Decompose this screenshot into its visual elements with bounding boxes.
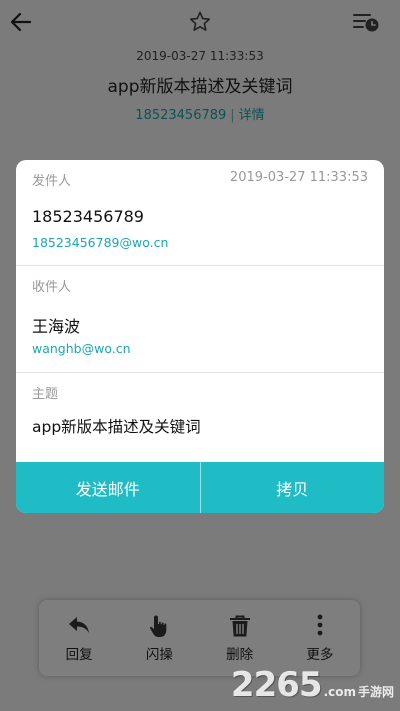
- meta-separator: |: [230, 108, 235, 123]
- back-arrow-icon[interactable]: [9, 10, 33, 34]
- watermark-suffix: .com: [323, 685, 356, 699]
- sender-label: 发件人: [32, 174, 72, 189]
- mail-date: 2019-03-27 11:33:53: [136, 49, 264, 63]
- subject-section: 主题 app新版本描述及关键词: [16, 373, 384, 461]
- star-icon[interactable]: [188, 10, 212, 34]
- receiver-label: 收件人: [32, 280, 72, 295]
- trash-icon: [229, 615, 250, 637]
- flash-action-label: 闪操: [145, 647, 173, 663]
- sender-name[interactable]: 18523456789: [32, 207, 144, 226]
- mail-subject: app新版本描述及关键词: [107, 77, 293, 97]
- hand-pointer-icon: [150, 615, 167, 637]
- details-link[interactable]: 详情: [239, 108, 265, 123]
- subject-text: app新版本描述及关键词: [32, 418, 201, 436]
- mail-info-dialog: 发件人 2019-03-27 11:33:53 18523456789 1852…: [16, 160, 384, 513]
- mail-meta: 18523456789 | 详情: [0, 104, 400, 123]
- filter-clock-icon[interactable]: [352, 10, 379, 34]
- more-button[interactable]: 更多: [290, 613, 350, 663]
- sender-number-link[interactable]: 18523456789: [135, 108, 226, 123]
- watermark-number: 2265: [230, 665, 323, 705]
- delete-label: 删除: [226, 647, 254, 663]
- send-mail-button[interactable]: 发送邮件: [16, 462, 200, 513]
- reply-button[interactable]: 回复: [49, 613, 109, 663]
- flash-action-button[interactable]: 闪操: [129, 613, 189, 663]
- sender-date: 2019-03-27 11:33:53: [229, 170, 368, 185]
- sender-section: 发件人 2019-03-27 11:33:53 18523456789 1852…: [16, 160, 384, 266]
- dialog-actions: 发送邮件 拷贝: [16, 462, 384, 513]
- receiver-section: 收件人 王海波 wanghb@wo.cn: [16, 266, 384, 373]
- delete-button[interactable]: 删除: [210, 613, 270, 663]
- watermark-text: 手游网: [357, 685, 394, 699]
- site-watermark: 2265 .com 手游网: [231, 665, 394, 705]
- subject-label: 主题: [32, 387, 59, 402]
- copy-button[interactable]: 拷贝: [201, 462, 385, 513]
- sender-email[interactable]: 18523456789@wo.cn: [32, 235, 168, 250]
- receiver-email[interactable]: wanghb@wo.cn: [32, 341, 131, 356]
- reply-label: 回复: [65, 647, 93, 663]
- more-vertical-icon: [317, 614, 323, 636]
- more-label: 更多: [306, 647, 334, 663]
- receiver-name[interactable]: 王海波: [32, 313, 80, 337]
- reply-icon: [69, 617, 90, 633]
- top-bar: [0, 0, 400, 44]
